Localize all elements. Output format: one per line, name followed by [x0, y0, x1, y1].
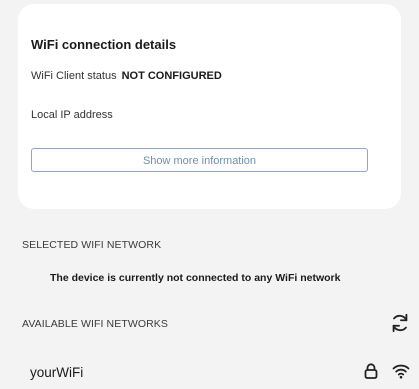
local-ip-label: Local IP address	[31, 109, 113, 121]
available-networks-section-label: AVAILABLE WIFI NETWORKS	[22, 318, 169, 330]
network-list-item[interactable]: yourWiFi	[0, 352, 419, 389]
selected-network-section-label: SELECTED WIFI NETWORK	[22, 239, 162, 251]
wifi-client-status-label: WiFi Client status	[31, 70, 117, 82]
show-more-information-button[interactable]: Show more information	[31, 148, 368, 172]
network-name: yourWiFi	[30, 365, 84, 380]
wifi-details-card	[18, 4, 401, 209]
lock-icon	[364, 363, 378, 379]
wifi-client-status-value: NOT CONFIGURED	[121, 70, 222, 82]
wifi-details-title: WiFi connection details	[31, 37, 177, 52]
refresh-icon[interactable]	[389, 312, 411, 334]
wifi-signal-icon	[392, 364, 410, 379]
not-connected-notice: The device is currently not connected to…	[50, 272, 341, 284]
wifi-client-status-row: WiFi Client status NOT CONFIGURED	[31, 70, 222, 82]
